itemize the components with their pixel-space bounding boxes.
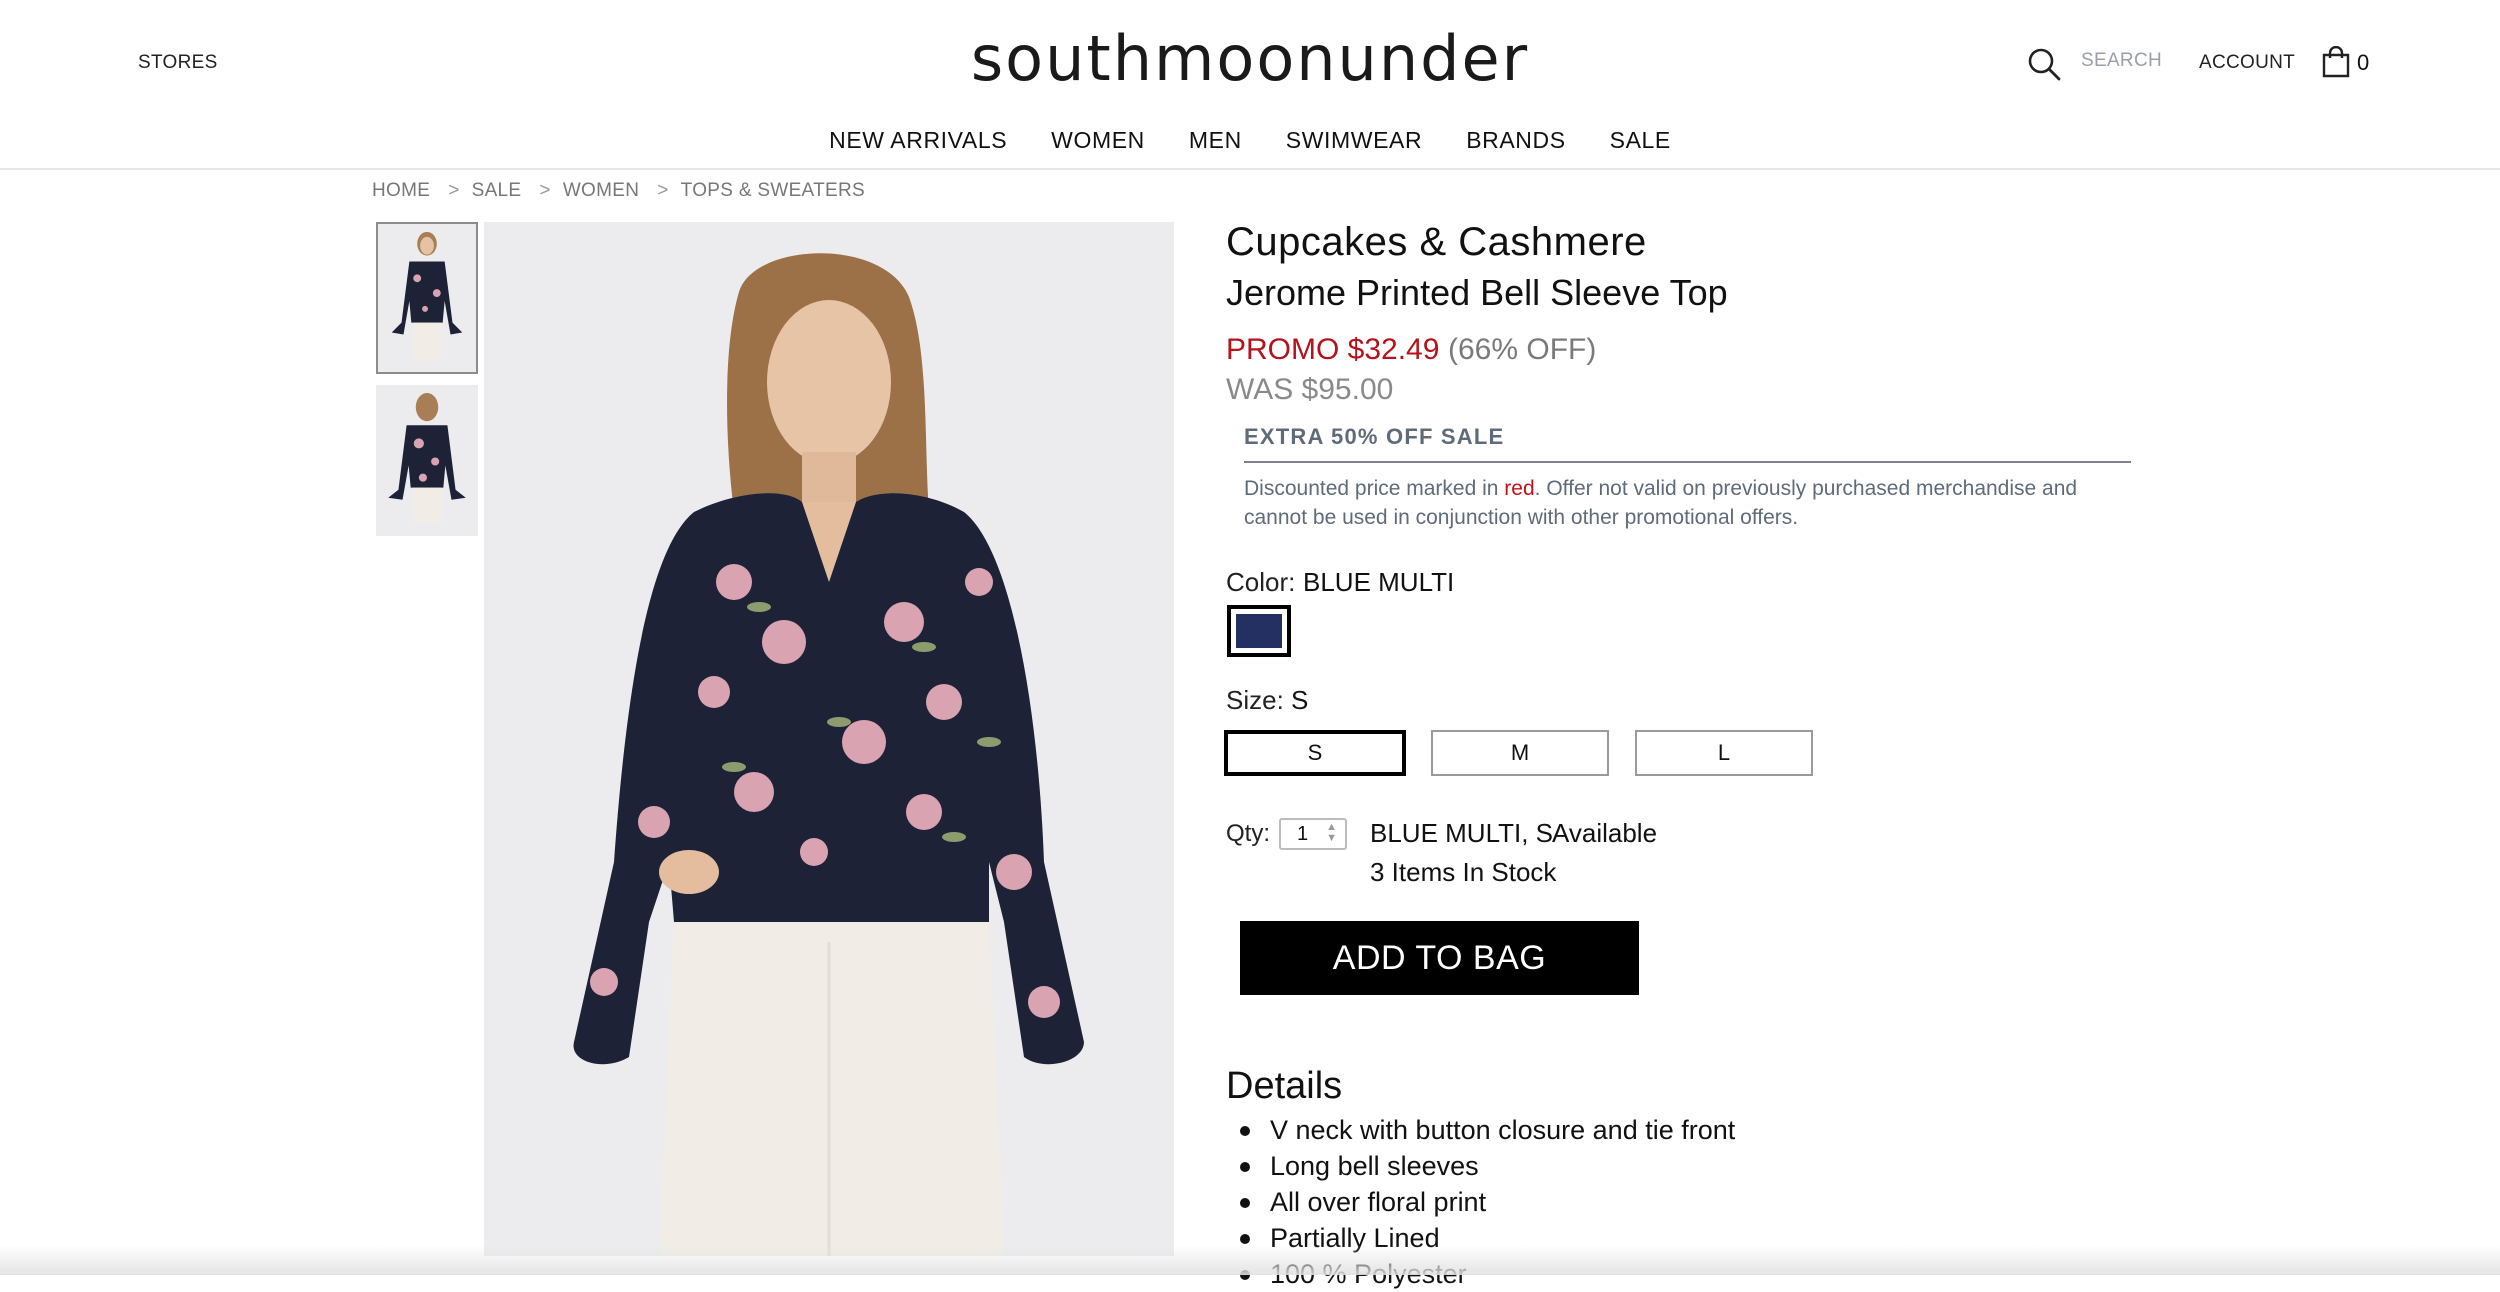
- stock-count: 3 Items In Stock: [1370, 857, 1557, 887]
- shopping-bag-icon[interactable]: [2321, 46, 2351, 78]
- nav-item-men[interactable]: MEN: [1189, 127, 1242, 154]
- size-label: Size:: [1226, 685, 1284, 715]
- discount-percent: (66% OFF): [1448, 333, 1597, 366]
- breadcrumb-home[interactable]: HOME: [372, 180, 430, 202]
- quantity-value[interactable]: 1: [1297, 823, 1308, 846]
- sale-banner-note: Discounted price marked in red. Offer no…: [1244, 474, 2134, 532]
- sale-note-red-word: red: [1504, 477, 1535, 500]
- color-value: BLUE MULTI: [1303, 567, 1455, 597]
- breadcrumb-separator: >: [657, 180, 669, 201]
- breadcrumb-sale[interactable]: SALE: [472, 180, 522, 202]
- breadcrumb-women[interactable]: WOMEN: [563, 180, 639, 202]
- search-icon[interactable]: [2026, 46, 2062, 82]
- stepper-arrows-icon[interactable]: ▲ ▼: [1326, 822, 1337, 844]
- color-label: Color:: [1226, 567, 1296, 597]
- details-item: V neck with button closure and tie front: [1239, 1112, 1735, 1148]
- details-heading: Details: [1226, 1065, 1343, 1107]
- bag-count[interactable]: 0: [2357, 50, 2369, 76]
- main-nav: NEW ARRIVALS WOMEN MEN SWIMWEAR BRANDS S…: [0, 127, 2500, 154]
- details-item: Long bell sleeves: [1239, 1148, 1735, 1184]
- size-value: S: [1291, 685, 1309, 715]
- product-thumbnail-back[interactable]: [376, 385, 478, 536]
- nav-divider: [0, 168, 2500, 170]
- size-button-m[interactable]: M: [1431, 730, 1609, 776]
- availability-variant: BLUE MULTI, S: [1370, 818, 1554, 848]
- product-brand[interactable]: Cupcakes & Cashmere: [1226, 220, 1647, 265]
- product-name: Jerome Printed Bell Sleeve Top: [1226, 272, 1728, 313]
- color-swatch-blue-multi[interactable]: [1227, 605, 1291, 657]
- nav-item-women[interactable]: WOMEN: [1051, 127, 1145, 154]
- size-button-s[interactable]: S: [1224, 730, 1406, 776]
- qty-label: Qty:: [1226, 820, 1271, 847]
- original-price: WAS $95.00: [1226, 373, 1394, 406]
- nav-item-swimwear[interactable]: SWIMWEAR: [1286, 127, 1422, 154]
- details-item: All over floral print: [1239, 1184, 1735, 1220]
- product-thumbnail-front[interactable]: [376, 222, 478, 374]
- bottom-scroll-shadow: [0, 1245, 2500, 1275]
- nav-item-sale[interactable]: SALE: [1610, 127, 1671, 154]
- quantity-stepper[interactable]: 1 ▲ ▼: [1279, 818, 1347, 850]
- account-link[interactable]: ACCOUNT: [2199, 52, 2295, 74]
- availability-status: Available: [1552, 818, 1658, 848]
- nav-item-brands[interactable]: BRANDS: [1466, 127, 1565, 154]
- sale-banner-divider: [1244, 461, 2131, 463]
- product-main-image[interactable]: [484, 222, 1174, 1256]
- sale-note-text: Discounted price marked in: [1244, 477, 1505, 500]
- size-button-l[interactable]: L: [1635, 730, 1813, 776]
- search-input[interactable]: [2081, 50, 2191, 72]
- nav-item-new-arrivals[interactable]: NEW ARRIVALS: [829, 127, 1007, 154]
- add-to-bag-button[interactable]: ADD TO BAG: [1240, 921, 1639, 995]
- breadcrumb-separator: >: [448, 180, 460, 201]
- breadcrumb-separator: >: [539, 180, 551, 201]
- color-swatch-fill: [1236, 614, 1282, 648]
- promo-price: PROMO $32.49: [1226, 333, 1440, 366]
- breadcrumb: HOME > SALE > WOMEN > TOPS & SWEATERS: [372, 180, 865, 202]
- sale-banner-title: EXTRA 50% OFF SALE: [1244, 424, 1505, 449]
- breadcrumb-tops-sweaters[interactable]: TOPS & SWEATERS: [681, 180, 865, 202]
